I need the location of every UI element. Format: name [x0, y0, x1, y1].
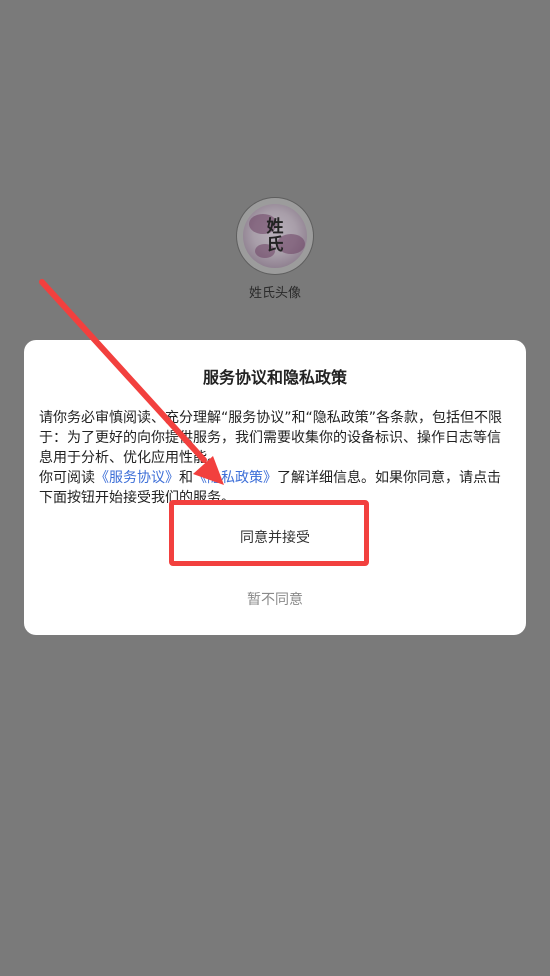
app-logo-glyph-1: 姓	[266, 217, 284, 237]
dialog-title: 服务协议和隐私政策	[202, 368, 347, 387]
app-name: 姓氏头像	[248, 286, 301, 301]
app-logo-image: 姓 氏	[243, 204, 307, 268]
privacy-policy-link[interactable]: 《隐私政策》	[193, 470, 277, 486]
app-logo-glyph-2: 氏	[266, 235, 284, 255]
dialog-body: 请你务必审慎阅读、充分理解“服务协议”和“隐私政策”各条款，包括但不限于：为了更…	[39, 408, 511, 508]
app-screen: 姓 氏 姓氏头像 服务协议和隐私政策 请你务必审慎阅读、充分理解“服务协议”和“…	[0, 0, 550, 976]
service-agreement-link[interactable]: 《服务协议》	[95, 470, 179, 486]
dialog-paragraph-2-and: 和	[179, 470, 193, 486]
dialog-paragraph-2: 你可阅读《服务协议》和《隐私政策》了解详细信息。如果你同意，请点击下面按钮开始接…	[39, 468, 511, 508]
dialog-paragraph-2-prefix: 你可阅读	[39, 470, 95, 486]
app-logo: 姓 氏	[237, 198, 313, 274]
app-logo-glyphs: 姓 氏	[243, 204, 307, 268]
privacy-dialog: 服务协议和隐私政策 请你务必审慎阅读、充分理解“服务协议”和“隐私政策”各条款，…	[24, 340, 526, 635]
dialog-paragraph-1: 请你务必审慎阅读、充分理解“服务协议”和“隐私政策”各条款，包括但不限于：为了更…	[39, 410, 503, 466]
agree-accept-button[interactable]: 同意并接受	[174, 512, 376, 562]
disagree-button[interactable]: 暂不同意	[200, 585, 350, 613]
